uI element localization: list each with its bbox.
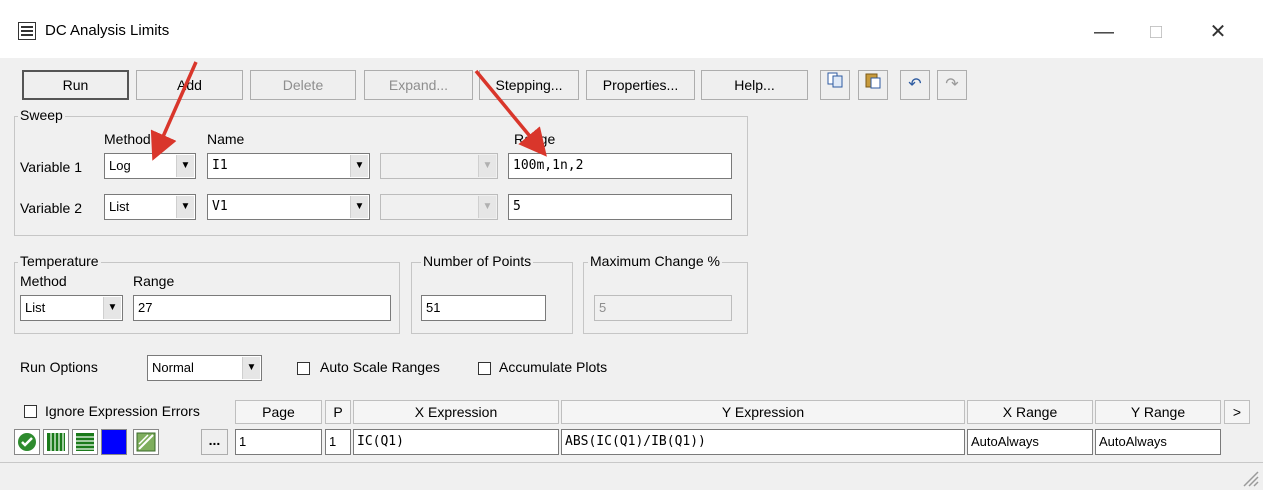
variable-1-method-select[interactable]: Log ▼ xyxy=(104,153,196,179)
maximize-button[interactable]: □ xyxy=(1134,14,1178,50)
maximum-change-title: Maximum Change % xyxy=(588,253,722,269)
number-of-points-input[interactable]: 51 xyxy=(421,295,546,321)
accumulate-plots-checkbox[interactable] xyxy=(478,362,491,375)
chevron-down-icon[interactable]: ▼ xyxy=(103,297,121,319)
title-bar xyxy=(0,0,1263,58)
resize-grip-icon[interactable] xyxy=(1238,466,1260,488)
expand-button[interactable]: Expand... xyxy=(364,70,473,100)
chevron-down-icon: ▼ xyxy=(478,196,496,218)
run-options-label: Run Options xyxy=(20,359,98,375)
temperature-method-value: List xyxy=(25,300,46,315)
variable-1-name-value: I1 xyxy=(212,158,228,173)
temperature-method-label: Method xyxy=(20,273,67,289)
header-y-expression[interactable]: Y Expression xyxy=(561,400,965,424)
redo-icon[interactable]: ↷ xyxy=(937,70,967,100)
chevron-down-icon[interactable]: ▼ xyxy=(350,196,368,218)
row-p-input[interactable]: 1 xyxy=(325,429,351,455)
status-bar xyxy=(0,462,1263,490)
chevron-down-icon[interactable]: ▼ xyxy=(350,155,368,177)
header-page[interactable]: Page xyxy=(235,400,322,424)
row-page-input[interactable]: 1 xyxy=(235,429,322,455)
delete-button[interactable]: Delete xyxy=(250,70,356,100)
chevron-down-icon[interactable]: ▼ xyxy=(176,155,194,177)
paste-icon[interactable] xyxy=(858,70,888,100)
variable-2-extra-select: ▼ xyxy=(380,194,498,220)
row-y-expression-input[interactable]: ABS(IC(Q1)/IB(Q1)) xyxy=(561,429,965,455)
variable-2-method-value: List xyxy=(109,199,130,214)
variable-1-name-select[interactable]: I1 ▼ xyxy=(207,153,370,179)
window-title: DC Analysis Limits xyxy=(45,22,170,39)
header-y-range[interactable]: Y Range xyxy=(1095,400,1221,424)
variable-2-range-input[interactable]: 5 xyxy=(508,194,732,220)
variable-1-label: Variable 1 xyxy=(20,159,83,175)
variable-1-range-input[interactable]: 100m,1n,2 xyxy=(508,153,732,179)
method-column-label: Method xyxy=(104,131,151,147)
ignore-errors-checkbox[interactable] xyxy=(24,405,37,418)
plot-style-icon[interactable] xyxy=(133,429,159,455)
variable-2-name-select[interactable]: V1 ▼ xyxy=(207,194,370,220)
horizontal-grid-icon[interactable] xyxy=(72,429,98,455)
row-x-range-input[interactable]: AutoAlways xyxy=(967,429,1093,455)
variable-1-extra-select: ▼ xyxy=(380,153,498,179)
name-column-label: Name xyxy=(207,131,245,147)
temperature-range-label: Range xyxy=(133,273,175,289)
properties-button[interactable]: Properties... xyxy=(586,70,695,100)
temperature-group-title: Temperature xyxy=(18,253,101,269)
variable-1-method-value: Log xyxy=(109,158,131,173)
chevron-down-icon[interactable]: ▼ xyxy=(176,196,194,218)
accumulate-plots-label[interactable]: Accumulate Plots xyxy=(499,359,607,375)
stepping-button[interactable]: Stepping... xyxy=(479,70,579,100)
temperature-method-select[interactable]: List ▼ xyxy=(20,295,123,321)
plot-color-icon[interactable] xyxy=(101,429,127,455)
close-button[interactable]: ✕ xyxy=(1196,14,1240,50)
undo-icon[interactable]: ↶ xyxy=(900,70,930,100)
scroll-right-button[interactable]: > xyxy=(1224,400,1250,424)
copy-icon[interactable] xyxy=(820,70,850,100)
temperature-range-input[interactable]: 27 xyxy=(133,295,391,321)
chevron-down-icon: ▼ xyxy=(478,155,496,177)
sweep-group-title: Sweep xyxy=(18,107,65,123)
number-of-points-title: Number of Points xyxy=(421,253,534,269)
enable-plot-icon[interactable] xyxy=(14,429,40,455)
app-icon xyxy=(18,22,36,40)
run-options-select[interactable]: Normal ▼ xyxy=(147,355,262,381)
variable-2-name-value: V1 xyxy=(212,199,228,214)
variable-2-method-select[interactable]: List ▼ xyxy=(104,194,196,220)
add-button[interactable]: Add xyxy=(136,70,243,100)
run-options-value: Normal xyxy=(152,360,194,375)
auto-scale-label[interactable]: Auto Scale Ranges xyxy=(320,359,440,375)
row-x-expression-input[interactable]: IC(Q1) xyxy=(353,429,559,455)
row-y-range-input[interactable]: AutoAlways xyxy=(1095,429,1221,455)
chevron-down-icon[interactable]: ▼ xyxy=(242,357,260,379)
vertical-grid-icon[interactable] xyxy=(43,429,69,455)
header-x-expression[interactable]: X Expression xyxy=(353,400,559,424)
maximum-change-input: 5 xyxy=(594,295,732,321)
ignore-errors-label[interactable]: Ignore Expression Errors xyxy=(45,403,200,419)
run-button[interactable]: Run xyxy=(22,70,129,100)
minimize-button[interactable]: — xyxy=(1082,14,1126,50)
range-column-label: Range xyxy=(514,131,556,147)
header-p[interactable]: P xyxy=(325,400,351,424)
variable-2-label: Variable 2 xyxy=(20,200,83,216)
more-options-button[interactable]: ... xyxy=(201,429,228,455)
auto-scale-checkbox[interactable] xyxy=(297,362,310,375)
header-x-range[interactable]: X Range xyxy=(967,400,1093,424)
help-button[interactable]: Help... xyxy=(701,70,808,100)
